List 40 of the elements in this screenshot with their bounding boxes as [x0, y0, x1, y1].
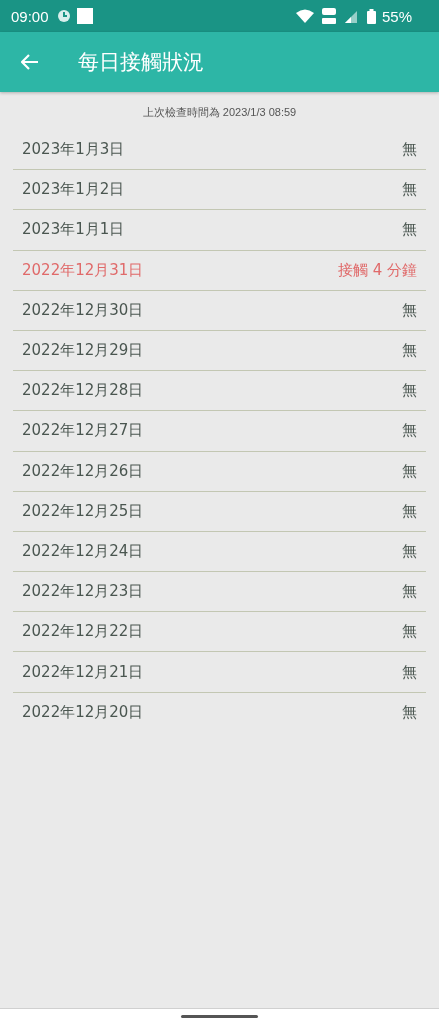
- contact-result: 無: [402, 421, 417, 441]
- contact-result: 無: [402, 381, 417, 401]
- day-date: 2023年1月1日: [22, 220, 125, 240]
- contact-result: 無: [402, 582, 417, 602]
- day-date: 2022年12月25日: [22, 501, 144, 521]
- square-icon: [76, 8, 93, 24]
- back-arrow-icon[interactable]: [21, 54, 39, 70]
- day-date: 2022年12月31日: [22, 260, 144, 280]
- last-check-text: 上次檢查時間為 2023/1/3 08:59: [141, 105, 298, 120]
- day-date: 2022年12月26日: [22, 461, 144, 481]
- day-date: 2022年12月29日: [22, 341, 144, 361]
- contact-result: 無: [402, 702, 417, 722]
- contact-result: 無: [402, 300, 417, 320]
- contact-result: 無: [402, 140, 417, 160]
- contact-result: 無: [402, 501, 417, 521]
- day-date: 2022年12月21日: [22, 662, 144, 682]
- day-date: 2023年1月3日: [22, 140, 125, 160]
- day-date: 2022年12月28日: [22, 381, 144, 401]
- contact-result: 無: [402, 461, 417, 481]
- day-date: 2022年12月23日: [22, 582, 144, 602]
- day-date: 2022年12月30日: [22, 300, 144, 320]
- day-date: 2023年1月2日: [22, 180, 125, 200]
- day-date: 2022年12月24日: [22, 541, 144, 561]
- clock-icon: [56, 9, 71, 23]
- battery-percent: 55%: [381, 7, 412, 25]
- battery-icon: [366, 8, 376, 24]
- contact-result: 接觸 4 分鐘: [337, 260, 417, 280]
- day-date: 2022年12月20日: [22, 702, 144, 722]
- contact-result: 無: [402, 622, 417, 642]
- contact-result: 無: [402, 341, 417, 361]
- contact-result: 無: [402, 220, 417, 240]
- day-date: 2022年12月27日: [22, 421, 144, 441]
- day-date: 2022年12月22日: [22, 622, 144, 642]
- wifi-icon: [294, 8, 315, 24]
- contact-result: 無: [402, 541, 417, 561]
- screen-title: 每日接觸狀況: [78, 49, 204, 76]
- gesture-handle[interactable]: [181, 1015, 258, 1018]
- status-time: 09:00: [11, 7, 49, 25]
- contact-result: 無: [402, 180, 417, 200]
- contact-result: 無: [402, 662, 417, 682]
